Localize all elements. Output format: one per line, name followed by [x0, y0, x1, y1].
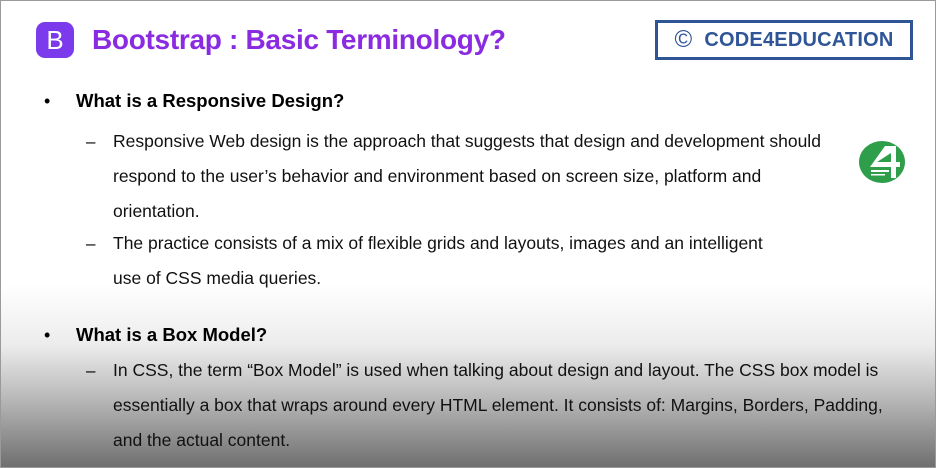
bullet-responsive-design: • What is a Responsive Design? [44, 90, 344, 112]
dash-marker: – [86, 132, 96, 151]
bullet-dot: • [44, 325, 51, 345]
responsive-definition-text: Responsive Web design is the approach th… [113, 131, 821, 221]
sub-item-responsive-definition: – Responsive Web design is the approach … [86, 124, 821, 229]
responsive-practice-text: The practice consists of a mix of flexib… [113, 233, 763, 288]
slide-title: Bootstrap : Basic Terminology? [92, 24, 506, 55]
brand-text: CODE4EDUCATION [704, 28, 894, 51]
bullet-box-model: • What is a Box Model? [44, 324, 267, 346]
bullet-dot: • [44, 91, 51, 111]
bootstrap-logo-icon: B [36, 22, 74, 58]
sub-item-box-model-definition: – In CSS, the term “Box Model” is used w… [86, 353, 886, 458]
bootstrap-logo-letter: B [46, 25, 64, 55]
dash-marker: – [86, 361, 96, 380]
copyright-icon: © [674, 26, 693, 53]
code4education-logo-icon [859, 141, 905, 183]
heading-responsive-design: What is a Responsive Design? [76, 90, 345, 111]
brand-badge: © CODE4EDUCATION [655, 20, 913, 60]
slide-header: B Bootstrap : Basic Terminology? [36, 20, 506, 60]
sub-item-responsive-practice: – The practice consists of a mix of flex… [86, 226, 786, 296]
dash-marker: – [86, 234, 96, 253]
heading-box-model: What is a Box Model? [76, 324, 268, 345]
box-model-definition-text: In CSS, the term “Box Model” is used whe… [113, 360, 883, 450]
